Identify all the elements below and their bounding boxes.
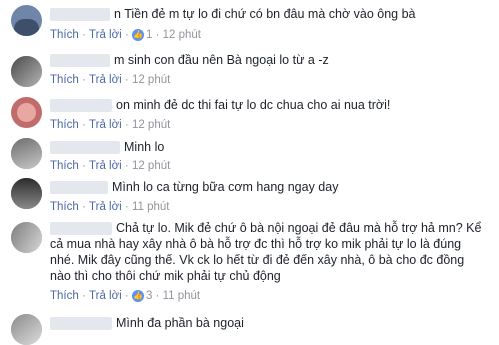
thumbs-up-icon: 👍 bbox=[131, 290, 144, 302]
avatar[interactable] bbox=[11, 5, 42, 36]
comment-actions: Thích · Trả lời · 12 phút bbox=[50, 160, 171, 172]
commenter-name-redacted[interactable] bbox=[50, 317, 112, 331]
comment-text: Mình lo ca từng bữa cơm hang ngay day bbox=[112, 180, 339, 194]
reply-button[interactable]: Trả lời bbox=[89, 119, 122, 131]
timestamp[interactable]: 11 phút bbox=[132, 201, 170, 213]
reply-button[interactable]: Trả lời bbox=[89, 290, 122, 302]
comment-actions: Thích · Trả lời · 👍 1 · 12 phút bbox=[50, 29, 201, 42]
avatar[interactable] bbox=[11, 56, 42, 87]
comment-actions: Thích · Trả lời · 👍 3 · 11 phút bbox=[50, 290, 201, 303]
commenter-name-redacted[interactable] bbox=[50, 8, 110, 22]
commenter-name-redacted[interactable] bbox=[50, 141, 120, 155]
avatar[interactable] bbox=[11, 97, 42, 128]
timestamp[interactable]: 12 phút bbox=[132, 160, 170, 172]
reaction-count[interactable]: 👍 1 bbox=[131, 29, 152, 41]
like-button[interactable]: Thích bbox=[50, 29, 79, 41]
reaction-count[interactable]: 👍 3 bbox=[131, 290, 152, 302]
like-button[interactable]: Thích bbox=[50, 201, 79, 213]
comment-text: m sinh con đầu nên Bà ngoại lo từ a -z bbox=[114, 53, 329, 67]
comment-text: Minh lo bbox=[124, 140, 165, 154]
comment-actions: Thích · Trả lời · 12 phút bbox=[50, 119, 171, 131]
commenter-name-redacted[interactable] bbox=[50, 54, 110, 68]
reply-button[interactable]: Trả lời bbox=[89, 160, 122, 172]
comment-text: on minh đẻ dc thi fai tự lo dc chua cho … bbox=[116, 98, 391, 112]
timestamp[interactable]: 12 phút bbox=[132, 119, 170, 131]
timestamp[interactable]: 12 phút bbox=[163, 29, 201, 41]
comment-text: Chả tự lo. Mik đẻ chứ ô bà nội ngoại đẻ … bbox=[50, 221, 482, 283]
commenter-name-redacted[interactable] bbox=[50, 99, 112, 113]
thumbs-up-icon: 👍 bbox=[131, 29, 144, 41]
avatar[interactable] bbox=[11, 222, 42, 253]
avatar[interactable] bbox=[11, 314, 42, 345]
like-button[interactable]: Thích bbox=[50, 74, 79, 86]
comment-actions: Thích · Trả lời · 12 phút bbox=[50, 74, 171, 86]
avatar[interactable] bbox=[11, 178, 42, 209]
reply-button[interactable]: Trả lời bbox=[89, 29, 122, 41]
commenter-name-redacted[interactable] bbox=[50, 181, 108, 195]
timestamp[interactable]: 12 phút bbox=[132, 74, 170, 86]
like-button[interactable]: Thích bbox=[50, 160, 79, 172]
comment-text: n Tiền đẻ m tự lo đi chứ có bn đâu mà ch… bbox=[114, 7, 416, 21]
commenter-name-redacted[interactable] bbox=[50, 222, 112, 236]
comment-text: Mình đa phần bà ngoại bbox=[116, 316, 244, 330]
reply-button[interactable]: Trả lời bbox=[89, 74, 122, 86]
avatar[interactable] bbox=[11, 138, 42, 169]
comment-actions: Thích · Trả lời · 11 phút bbox=[50, 201, 170, 213]
timestamp[interactable]: 11 phút bbox=[163, 290, 201, 302]
like-button[interactable]: Thích bbox=[50, 290, 79, 302]
reply-button[interactable]: Trả lời bbox=[89, 201, 122, 213]
like-button[interactable]: Thích bbox=[50, 119, 79, 131]
